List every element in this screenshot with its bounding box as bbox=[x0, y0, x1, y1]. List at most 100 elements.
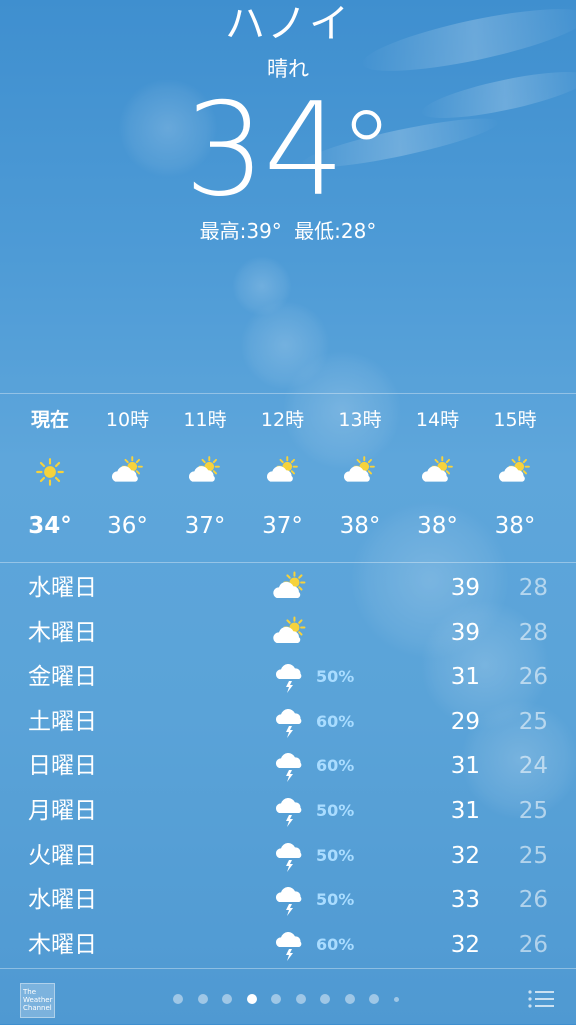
hourly-time: 10時 bbox=[89, 408, 167, 432]
thunderstorm-icon bbox=[270, 659, 310, 695]
page-dot[interactable] bbox=[271, 994, 281, 1004]
daily-low: 26 bbox=[498, 931, 548, 959]
daily-high: 39 bbox=[430, 574, 480, 602]
thunderstorm-icon bbox=[270, 882, 310, 918]
daily-row: 金曜日 50% 31 26 bbox=[0, 655, 576, 699]
footer-bar: TheWeatherChannel bbox=[0, 968, 576, 1025]
daily-low: 26 bbox=[498, 886, 548, 914]
list-icon[interactable] bbox=[528, 989, 554, 1009]
daily-low: 26 bbox=[498, 663, 548, 691]
precipitation-chance: 50% bbox=[316, 846, 354, 866]
daily-row: 土曜日 60% 29 25 bbox=[0, 700, 576, 744]
page-dot[interactable] bbox=[296, 994, 306, 1004]
thunderstorm-icon bbox=[270, 838, 310, 874]
page-dot[interactable] bbox=[247, 994, 257, 1004]
hourly-time: 16 bbox=[554, 408, 576, 432]
page-dot[interactable] bbox=[222, 994, 232, 1004]
daily-high: 31 bbox=[430, 752, 480, 780]
hourly-time: 11時 bbox=[166, 408, 244, 432]
precipitation-chance: 60% bbox=[316, 712, 354, 732]
daily-low: 24 bbox=[498, 752, 548, 780]
hourly-time: 12時 bbox=[244, 408, 322, 432]
thunderstorm-icon bbox=[270, 704, 310, 740]
hourly-time: 14時 bbox=[399, 408, 477, 432]
daily-low: 25 bbox=[498, 708, 548, 736]
hourly-item: 12時 37° bbox=[244, 394, 322, 562]
thunderstorm-icon bbox=[270, 793, 310, 829]
hourly-forecast[interactable]: 現在34°10時 36°11時 37°12時 37°13時 38°14時 38°… bbox=[0, 393, 576, 563]
sun-icon bbox=[11, 456, 89, 486]
daily-row: 月曜日 50%3125 bbox=[0, 789, 576, 833]
low-temperature: 最低:28° bbox=[294, 219, 376, 243]
day-name: 木曜日 bbox=[28, 931, 97, 959]
hourly-temperature: 34° bbox=[11, 512, 89, 540]
daily-high: 31 bbox=[430, 797, 480, 825]
day-name: 土曜日 bbox=[28, 708, 97, 736]
day-name: 水曜日 bbox=[28, 574, 97, 602]
hourly-item: 現在 34° bbox=[11, 394, 89, 562]
daily-low: 25 bbox=[498, 842, 548, 870]
hourly-item: 14時 38° bbox=[399, 394, 477, 562]
page-dot[interactable] bbox=[320, 994, 330, 1004]
partly-cloudy-icon bbox=[399, 456, 477, 486]
page-dot[interactable] bbox=[394, 997, 399, 1002]
thunderstorm-icon bbox=[270, 927, 310, 963]
partly-cloudy-icon bbox=[89, 456, 167, 486]
daily-high: 32 bbox=[430, 931, 480, 959]
hourly-temperature: 37° bbox=[244, 512, 322, 540]
daily-row: 木曜日 39 28 bbox=[0, 611, 576, 655]
hourly-temperature: 3 bbox=[554, 512, 576, 540]
day-name: 月曜日 bbox=[28, 797, 97, 825]
hourly-item: 11時 37° bbox=[166, 394, 244, 562]
daily-high: 32 bbox=[430, 842, 480, 870]
page-dot[interactable] bbox=[173, 994, 183, 1004]
partly-cloudy-icon bbox=[554, 456, 576, 486]
precipitation-chance: 50% bbox=[316, 667, 354, 687]
precipitation-chance: 60% bbox=[316, 935, 354, 955]
hourly-item: 16 3 bbox=[554, 394, 576, 562]
daily-low: 28 bbox=[498, 574, 548, 602]
page-indicator[interactable] bbox=[0, 994, 576, 1006]
hourly-temperature: 37° bbox=[166, 512, 244, 540]
daily-high: 33 bbox=[430, 886, 480, 914]
daily-row: 日曜日 60%3124 bbox=[0, 744, 576, 788]
day-name: 金曜日 bbox=[28, 663, 97, 691]
daily-row: 火曜日 50% 32 25 bbox=[0, 834, 576, 878]
day-name: 日曜日 bbox=[28, 752, 97, 780]
degree-symbol: ° bbox=[339, 87, 392, 215]
daily-high: 39 bbox=[430, 619, 480, 647]
hourly-item: 13時 38° bbox=[321, 394, 399, 562]
page-dot[interactable] bbox=[345, 994, 355, 1004]
daily-row: 水曜日 39 28 bbox=[0, 566, 576, 610]
daily-row: 木曜日 60% 32 26 bbox=[0, 923, 576, 967]
hourly-temperature: 36° bbox=[89, 512, 167, 540]
hourly-temperature: 38° bbox=[476, 512, 554, 540]
hourly-item: 15時 38° bbox=[476, 394, 554, 562]
day-name: 木曜日 bbox=[28, 619, 97, 647]
partly-cloudy-icon bbox=[476, 456, 554, 486]
daily-row: 水曜日 50% 33 26 bbox=[0, 878, 576, 922]
day-name: 火曜日 bbox=[28, 842, 97, 870]
page-dot[interactable] bbox=[198, 994, 208, 1004]
precipitation-chance: 50% bbox=[316, 801, 354, 821]
hourly-time: 15時 bbox=[476, 408, 554, 432]
partly-cloudy-icon bbox=[166, 456, 244, 486]
daily-high: 29 bbox=[430, 708, 480, 736]
thunderstorm-icon bbox=[270, 748, 310, 784]
hourly-item: 10時 36° bbox=[89, 394, 167, 562]
day-name: 水曜日 bbox=[28, 886, 97, 914]
high-temperature: 最高:39° bbox=[200, 219, 282, 243]
partly-cloudy-icon bbox=[270, 615, 310, 651]
hourly-time: 現在 bbox=[11, 408, 89, 432]
partly-cloudy-icon bbox=[244, 456, 322, 486]
hourly-time: 13時 bbox=[321, 408, 399, 432]
partly-cloudy-icon bbox=[270, 570, 310, 606]
daily-high: 31 bbox=[430, 663, 480, 691]
page-dot[interactable] bbox=[369, 994, 379, 1004]
daily-low: 28 bbox=[498, 619, 548, 647]
current-temperature: 34° bbox=[0, 86, 576, 216]
high-low-temperatures: 最高:39° 最低:28° bbox=[0, 218, 576, 244]
temperature-value: 34 bbox=[184, 76, 343, 225]
hourly-temperature: 38° bbox=[321, 512, 399, 540]
precipitation-chance: 50% bbox=[316, 890, 354, 910]
